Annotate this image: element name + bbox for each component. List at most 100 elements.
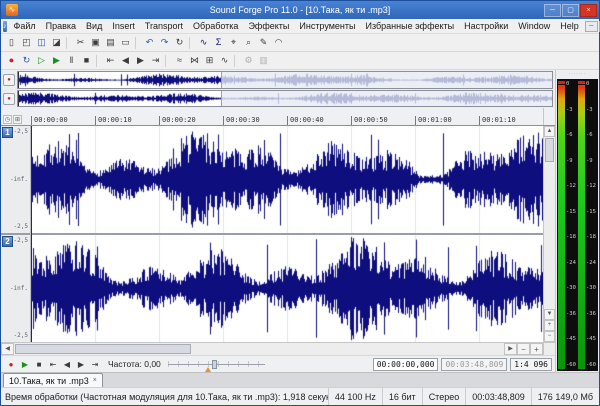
close-button[interactable]: × <box>580 4 597 17</box>
statistics-icon[interactable]: Σ <box>211 35 226 50</box>
menu-item-insert[interactable]: Insert <box>107 19 140 34</box>
overview-waveform-ch1[interactable] <box>17 71 553 89</box>
menu-item-window[interactable]: Window <box>513 19 555 34</box>
new-file-icon[interactable]: ▯ <box>4 35 19 50</box>
waveform-view-icon[interactable]: ∿ <box>217 53 232 68</box>
meter-body[interactable]: 0-3-6-9-12-15-18-24-30-36-45-60 0-3-6-9-… <box>557 79 598 371</box>
zoom-out-time-icon[interactable]: − <box>517 343 530 355</box>
menu-item-file[interactable]: Файл <box>9 19 41 34</box>
copy-icon[interactable]: ▣ <box>88 35 103 50</box>
frequency-slider-thumb[interactable] <box>212 360 217 369</box>
document-tab[interactable]: 10.Така, як ти .mp3 × <box>3 373 103 387</box>
tab-close-icon[interactable]: × <box>93 377 97 384</box>
scroll-left-icon[interactable]: ◀ <box>1 343 14 355</box>
go-to-end-icon[interactable]: ⇥ <box>88 358 102 371</box>
status-field[interactable]: 176 149,0 Мб <box>531 388 599 405</box>
stop-icon[interactable]: ■ <box>32 358 46 371</box>
magnify-tool-icon[interactable]: ⌕ <box>241 35 256 50</box>
loop-playback-icon[interactable]: ↻ <box>19 53 34 68</box>
scroll-up-icon[interactable]: ▲ <box>544 126 555 137</box>
channel-2-badge[interactable]: 2 <box>2 236 13 247</box>
status-field[interactable]: 16 бит <box>382 388 422 405</box>
edit-tool-icon[interactable]: ⌖ <box>226 35 241 50</box>
record-enable-ch2-icon[interactable]: ● <box>3 93 15 105</box>
menu-item-view[interactable]: Вид <box>81 19 107 34</box>
waveform-channel-1[interactable] <box>31 126 543 233</box>
rewind-icon[interactable]: ◀ <box>60 358 74 371</box>
go-to-start-icon[interactable]: ⇤ <box>103 53 118 68</box>
minimize-button[interactable]: ─ <box>544 4 561 17</box>
horizontal-scroll-thumb[interactable] <box>15 344 191 354</box>
playback-cursor[interactable] <box>31 126 32 342</box>
time-ruler-settings-icon[interactable]: ◷ <box>3 115 12 124</box>
open-file-icon[interactable]: ◰ <box>19 35 34 50</box>
zoom-in-time-icon[interactable]: + <box>530 343 543 355</box>
snap-to-grid-icon[interactable]: ⊞ <box>202 53 217 68</box>
pencil-tool-icon[interactable]: ✎ <box>256 35 271 50</box>
zoom-ratio-display[interactable]: 1:4 096 <box>510 358 552 371</box>
waveform-channel-2[interactable] <box>31 235 543 342</box>
title-bar[interactable]: ∿ Sound Forge Pro 11.0 - [10.Така, як ти… <box>1 1 599 19</box>
snap-toggle-icon[interactable]: ⊞ <box>13 115 22 124</box>
menu-item-help[interactable]: Help <box>555 19 584 34</box>
undo-icon[interactable]: ↶ <box>142 35 157 50</box>
child-minimize-button[interactable]: ─ <box>585 21 598 32</box>
envelope-tool-icon[interactable]: ◠ <box>271 35 286 50</box>
play-icon[interactable]: ▶ <box>18 358 32 371</box>
meter-grip[interactable]: ∙∙∙∙∙∙∙ <box>556 70 599 79</box>
menu-item-transport[interactable]: Transport <box>140 19 188 34</box>
play-icon[interactable]: ▶ <box>49 53 64 68</box>
menu-item-options[interactable]: Настройки <box>459 19 513 34</box>
maximize-button[interactable]: ▢ <box>562 4 579 17</box>
waveform-canvas-area[interactable] <box>31 126 543 342</box>
vertical-scrollbar[interactable]: ▲ ▼ + − <box>543 126 555 342</box>
save-icon[interactable]: ◫ <box>34 35 49 50</box>
cut-icon[interactable]: ✂ <box>73 35 88 50</box>
forward-icon[interactable]: ▶ <box>74 358 88 371</box>
status-field[interactable]: 00:03:48,809 <box>465 388 531 405</box>
zoom-out-vertical-icon[interactable]: − <box>544 331 555 342</box>
crossfade-icon[interactable]: ⋈ <box>187 53 202 68</box>
overview-waveform-ch2[interactable] <box>17 90 553 108</box>
frequency-slider[interactable] <box>168 359 265 370</box>
hardware-meters-icon[interactable]: ▥ <box>256 53 271 68</box>
menu-item-edit[interactable]: Правка <box>41 19 81 34</box>
horizontal-scrollbar[interactable]: ◀ ▶ − + <box>1 342 555 355</box>
vertical-scroll-thumb[interactable] <box>545 138 554 162</box>
save-as-icon[interactable]: ◪ <box>49 35 64 50</box>
scroll-down-icon[interactable]: ▼ <box>544 309 555 320</box>
level-meters-panel[interactable]: ∙∙∙∙∙∙∙ 0-3-6-9-12-15-18-24-30-36-45-60 … <box>555 70 599 372</box>
forward-icon[interactable]: ▶ <box>133 53 148 68</box>
menu-item-favorite-effects[interactable]: Избранные эффекты <box>361 19 460 34</box>
channel-1-badge[interactable]: 1 <box>2 127 13 138</box>
menu-item-process[interactable]: Обработка <box>188 19 243 34</box>
scroll-right-icon[interactable]: ▶ <box>504 343 517 355</box>
record-icon[interactable]: ● <box>4 358 18 371</box>
trim-icon[interactable]: ▭ <box>118 35 133 50</box>
menu-item-effects[interactable]: Эффекты <box>243 19 294 34</box>
clip-indicator-right[interactable] <box>578 81 585 84</box>
record-enable-ch1-icon[interactable]: ● <box>3 74 15 86</box>
menu-item-tools[interactable]: Инструменты <box>294 19 360 34</box>
status-field[interactable]: Стерео <box>422 388 466 405</box>
redo-icon[interactable]: ↷ <box>157 35 172 50</box>
status-field[interactable]: 44 100 Hz <box>328 388 382 405</box>
stop-icon[interactable]: ■ <box>79 53 94 68</box>
zoom-in-vertical-icon[interactable]: + <box>544 320 555 331</box>
rewind-icon[interactable]: ◀ <box>118 53 133 68</box>
repeat-icon[interactable]: ↻ <box>172 35 187 50</box>
spectrum-analysis-icon[interactable]: ∿ <box>196 35 211 50</box>
total-time-display[interactable]: 00:03:48,809 <box>441 358 507 371</box>
auto-ripple-icon[interactable]: ≈ <box>172 53 187 68</box>
record-icon[interactable]: ● <box>4 53 19 68</box>
plugin-chain-icon[interactable]: ⚙ <box>241 53 256 68</box>
pause-icon[interactable]: ‖ <box>64 53 79 68</box>
current-time-display[interactable]: 00:00:00,000 <box>373 358 439 371</box>
paste-icon[interactable]: ▤ <box>103 35 118 50</box>
go-to-start-icon[interactable]: ⇤ <box>46 358 60 371</box>
clip-indicator-left[interactable] <box>558 81 565 84</box>
play-all-icon[interactable]: ▷ <box>34 53 49 68</box>
horizontal-scroll-track[interactable] <box>15 344 503 354</box>
time-ruler[interactable]: 00:00:0000:00:1000:00:2000:00:3000:00:40… <box>31 108 543 125</box>
go-to-end-icon[interactable]: ⇥ <box>148 53 163 68</box>
